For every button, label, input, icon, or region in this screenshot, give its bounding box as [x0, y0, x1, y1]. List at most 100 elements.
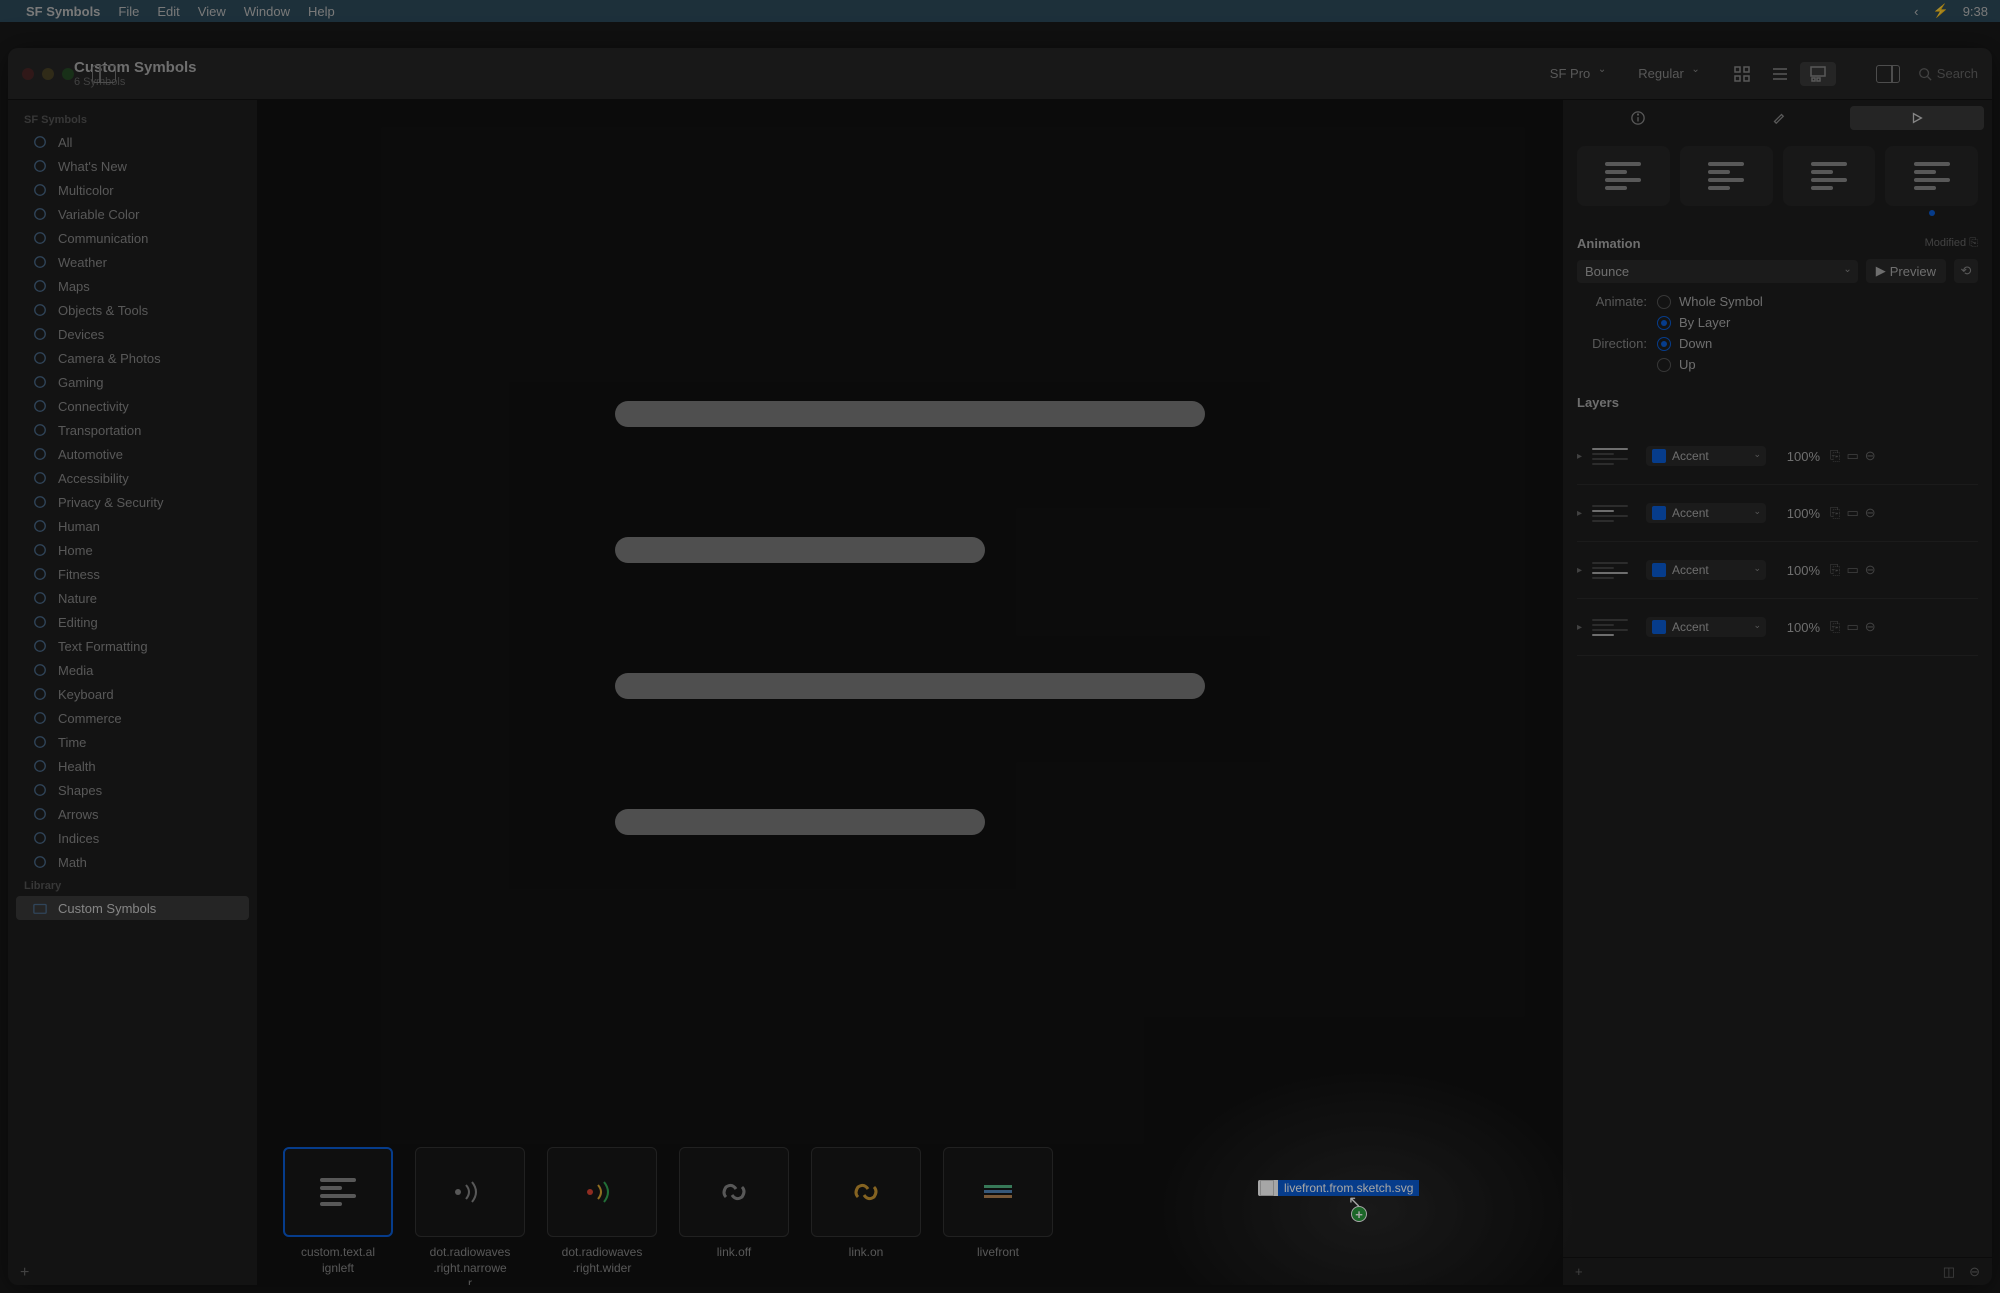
sidebar-item-camera-photos[interactable]: Camera & Photos [16, 346, 249, 370]
layers-icon[interactable]: ◫ [1943, 1264, 1955, 1280]
repeat-button[interactable]: ⟲ [1954, 259, 1978, 283]
sidebar-item-nature[interactable]: Nature [16, 586, 249, 610]
status-icon[interactable]: ‹ [1914, 4, 1918, 19]
chevron-right-icon[interactable]: ▸ [1577, 565, 1582, 576]
sidebar-item-human[interactable]: Human [16, 514, 249, 538]
variant-thin[interactable] [1680, 146, 1773, 206]
menu-window[interactable]: Window [244, 4, 290, 19]
sidebar-item-home[interactable]: Home [16, 538, 249, 562]
sidebar-item-all[interactable]: All [16, 130, 249, 154]
sidebar-item-transportation[interactable]: Transportation [16, 418, 249, 442]
layer-opacity[interactable]: 100% [1776, 506, 1820, 521]
layer-action-1[interactable]: ⎘ [1830, 505, 1840, 521]
inspector-tab-animation[interactable] [1850, 106, 1984, 130]
layer-opacity[interactable]: 100% [1776, 620, 1820, 635]
layer-action-3[interactable]: ⊖ [1865, 562, 1876, 578]
variant-bold[interactable] [1885, 146, 1978, 206]
sidebar-item-media[interactable]: Media [16, 658, 249, 682]
layer-row[interactable]: ▸Accent100%⎘▭⊖ [1577, 485, 1978, 542]
sidebar-item-weather[interactable]: Weather [16, 250, 249, 274]
add-category-button[interactable]: + [20, 1264, 29, 1282]
variant-ultralight[interactable] [1577, 146, 1670, 206]
menu-file[interactable]: File [118, 4, 139, 19]
layer-row[interactable]: ▸ Accent 100% ⎘ ▭ ⊖ [1577, 599, 1978, 656]
sidebar-item-math[interactable]: Math [16, 850, 249, 874]
chevron-right-icon[interactable]: ▸ [1577, 622, 1582, 633]
sidebar-item-devices[interactable]: Devices [16, 322, 249, 346]
menu-help[interactable]: Help [308, 4, 335, 19]
battery-icon[interactable]: ⚡ [1933, 3, 1949, 19]
remove-layer-button[interactable]: ⊖ [1969, 1264, 1980, 1280]
preview-button[interactable]: ▶ Preview [1866, 259, 1946, 283]
sidebar-item-connectivity[interactable]: Connectivity [16, 394, 249, 418]
sidebar-item-indices[interactable]: Indices [16, 826, 249, 850]
sidebar-item-shapes[interactable]: Shapes [16, 778, 249, 802]
layer-action-3[interactable]: ⊖ [1865, 448, 1876, 464]
layer-color-select[interactable]: Accent [1646, 560, 1766, 580]
layer-action-2[interactable]: ▭ [1846, 505, 1858, 521]
sidebar-item-accessibility[interactable]: Accessibility [16, 466, 249, 490]
strip-item-dot-radiowaves-right-wider[interactable]: dot.radiowaves.right.wider [542, 1147, 662, 1276]
animation-type-select[interactable]: Bounce [1577, 260, 1858, 283]
chevron-right-icon[interactable]: ▸ [1577, 451, 1582, 462]
minimize-button[interactable] [42, 68, 54, 80]
sidebar-item-what-s-new[interactable]: What's New [16, 154, 249, 178]
layer-action-3[interactable]: ⊖ [1865, 619, 1876, 635]
layer-action-2[interactable]: ▭ [1846, 619, 1858, 635]
radio-by-layer[interactable] [1657, 316, 1671, 330]
strip-item-link-on[interactable]: link.on [806, 1147, 926, 1261]
clock[interactable]: 9:38 [1963, 4, 1988, 19]
sidebar-item-keyboard[interactable]: Keyboard [16, 682, 249, 706]
sidebar-item-multicolor[interactable]: Multicolor [16, 178, 249, 202]
layer-row[interactable]: ▸Accent100%⎘▭⊖ [1577, 542, 1978, 599]
chevron-right-icon[interactable]: ▸ [1577, 508, 1582, 519]
sidebar-item-variable-color[interactable]: Variable Color [16, 202, 249, 226]
list-view-button[interactable] [1762, 62, 1798, 86]
weight-select[interactable]: Regular [1630, 62, 1704, 85]
sidebar-item-health[interactable]: Health [16, 754, 249, 778]
layer-action-1[interactable]: ⎘ [1830, 448, 1840, 464]
menu-view[interactable]: View [198, 4, 226, 19]
variant-regular[interactable] [1783, 146, 1876, 206]
inspector-tab-info[interactable] [1571, 106, 1705, 130]
inspector-tab-color[interactable] [1711, 106, 1845, 130]
layer-row[interactable]: ▸ Accent 100% ⎘ ▭ ⊖ [1577, 428, 1978, 485]
inspector-toggle-icon[interactable] [1876, 65, 1900, 83]
layer-color-select[interactable]: Accent [1646, 446, 1766, 466]
grid-view-button[interactable] [1724, 62, 1760, 86]
sidebar-item-maps[interactable]: Maps [16, 274, 249, 298]
sidebar-item-editing[interactable]: Editing [16, 610, 249, 634]
layer-opacity[interactable]: 100% [1776, 449, 1820, 464]
sidebar-item-custom-symbols[interactable]: Custom Symbols [16, 896, 249, 920]
strip-item-link-off[interactable]: link.off [674, 1147, 794, 1261]
gallery-view-button[interactable] [1800, 62, 1836, 86]
maximize-button[interactable] [62, 68, 74, 80]
sidebar-item-automotive[interactable]: Automotive [16, 442, 249, 466]
sidebar-item-fitness[interactable]: Fitness [16, 562, 249, 586]
sidebar-item-arrows[interactable]: Arrows [16, 802, 249, 826]
strip-item-dot-radiowaves-right-narrower[interactable]: dot.radiowaves.right.narrower [410, 1147, 530, 1285]
layer-color-select[interactable]: Accent [1646, 617, 1766, 637]
layer-action-3[interactable]: ⊖ [1865, 505, 1876, 521]
strip-item-custom-text-alignleft[interactable]: custom.text.alignleft [278, 1147, 398, 1276]
layer-action-2[interactable]: ▭ [1846, 448, 1858, 464]
layer-action-1[interactable]: ⎘ [1830, 619, 1840, 635]
sidebar-item-time[interactable]: Time [16, 730, 249, 754]
sidebar-toggle-icon[interactable] [92, 65, 116, 83]
sidebar-item-communication[interactable]: Communication [16, 226, 249, 250]
add-layer-button[interactable]: + [1575, 1264, 1583, 1279]
sidebar-item-gaming[interactable]: Gaming [16, 370, 249, 394]
radio-up[interactable] [1657, 358, 1671, 372]
layer-action-1[interactable]: ⎘ [1830, 562, 1840, 578]
sidebar-item-objects-tools[interactable]: Objects & Tools [16, 298, 249, 322]
sidebar-item-text-formatting[interactable]: Text Formatting [16, 634, 249, 658]
app-name[interactable]: SF Symbols [26, 4, 100, 19]
layer-action-2[interactable]: ▭ [1846, 562, 1858, 578]
search-field[interactable]: Search [1918, 66, 1978, 81]
sidebar-item-privacy-security[interactable]: Privacy & Security [16, 490, 249, 514]
radio-whole-symbol[interactable] [1657, 295, 1671, 309]
close-button[interactable] [22, 68, 34, 80]
strip-item-livefront[interactable]: livefront [938, 1147, 1058, 1261]
radio-down[interactable] [1657, 337, 1671, 351]
menu-edit[interactable]: Edit [157, 4, 179, 19]
